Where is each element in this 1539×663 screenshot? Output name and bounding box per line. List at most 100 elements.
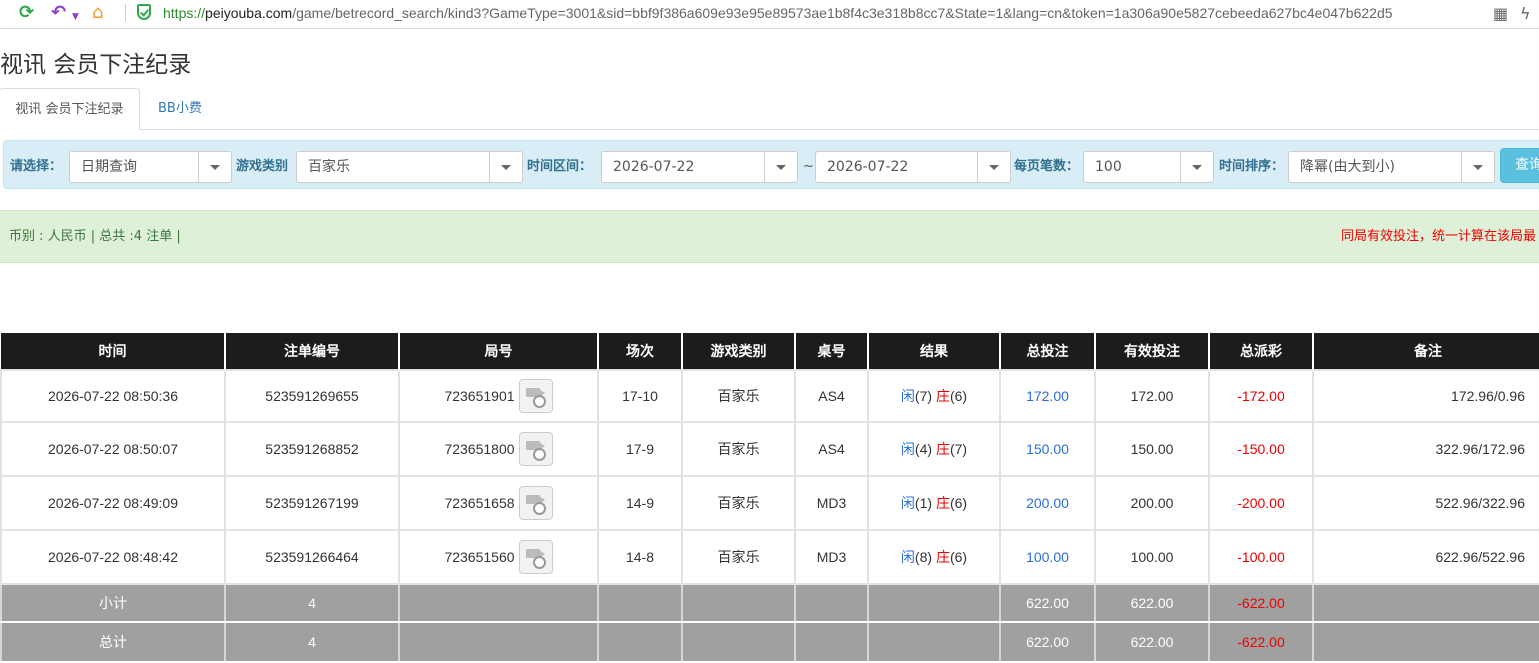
- sort-select[interactable]: 降幂(由大到小): [1288, 151, 1495, 183]
- cell-valid-bet: 100.00: [1094, 529, 1210, 585]
- cell-time: 2026-07-22 08:50:07: [0, 421, 226, 477]
- col-header-game[interactable]: 游戏类别: [682, 333, 796, 370]
- summary-bar: 币别 : 人民币 | 总共 :4 注单 | 同局有效投注，统一计算在该局最: [0, 210, 1539, 263]
- tab-bet-records[interactable]: 视讯 会员下注纪录: [0, 88, 140, 130]
- url-host: peiyouba.com: [205, 5, 293, 21]
- total-label: 总计: [0, 621, 226, 663]
- cell-bet-no: 523591268852: [224, 421, 400, 477]
- chevron-down-icon: [1473, 165, 1483, 170]
- empty-cell: [1312, 583, 1539, 623]
- empty-cell: [794, 621, 869, 663]
- per-page-select[interactable]: 100: [1083, 151, 1214, 183]
- cell-game: 百家乐: [681, 369, 796, 423]
- date-to-value: 2026-07-22: [827, 159, 909, 175]
- result-player: 闲: [900, 441, 915, 457]
- select-divider: [1461, 152, 1462, 182]
- result-player-points: (4): [914, 441, 933, 457]
- select-divider: [198, 152, 199, 182]
- lightning-icon[interactable]: ϟ: [1520, 4, 1531, 23]
- chevron-down-icon: [501, 165, 511, 170]
- select-divider: [977, 152, 978, 182]
- cell-total-bet: 200.00: [999, 475, 1096, 531]
- cell-bet-no: 523591267199: [224, 475, 400, 531]
- browser-toolbar: ⟳ ↶ ▼ ⌂ https://peiyouba.com/game/betrec…: [0, 0, 1539, 29]
- back-icon[interactable]: ↶: [51, 3, 66, 23]
- col-header-round[interactable]: 局号: [399, 333, 599, 370]
- total-valid-bet: 622.00: [1094, 621, 1210, 663]
- total-total-bet: 622.00: [999, 621, 1096, 663]
- select-divider: [764, 152, 765, 182]
- cell-table: MD3: [794, 475, 869, 531]
- video-replay-icon[interactable]: [518, 432, 553, 466]
- result-player: 闲: [900, 388, 915, 404]
- summary-notice: 同局有效投注，统一计算在该局最: [1341, 229, 1537, 244]
- tab-bb-tips[interactable]: BB小费: [158, 88, 202, 129]
- date-from-select[interactable]: 2026-07-22: [601, 151, 798, 183]
- cell-game: 百家乐: [681, 475, 796, 531]
- col-header-time[interactable]: 时间: [1, 333, 226, 370]
- round-number: 723651560: [444, 549, 515, 565]
- tab-bar: 视讯 会员下注纪录 BB小费: [0, 88, 1539, 130]
- cell-remark: 322.96/172.96: [1312, 421, 1539, 477]
- toolbar-divider: [125, 4, 126, 22]
- reload-icon[interactable]: ⟳: [19, 3, 34, 23]
- cell-table: AS4: [794, 421, 869, 477]
- chevron-down-icon: [776, 165, 786, 170]
- per-page-value: 100: [1095, 159, 1122, 175]
- secure-shield-icon: [137, 4, 151, 20]
- date-to-select[interactable]: 2026-07-22: [815, 151, 1011, 183]
- empty-cell: [681, 583, 796, 623]
- col-header-session[interactable]: 场次: [598, 333, 683, 370]
- date-range-separator: ~: [803, 159, 814, 174]
- per-page-label: 每页笔数：: [1014, 159, 1080, 174]
- col-header-payout[interactable]: 总派彩: [1209, 333, 1314, 370]
- result-banker: 庄: [935, 549, 950, 565]
- cell-valid-bet: 172.00: [1094, 369, 1210, 423]
- qr-code-icon[interactable]: ▦: [1493, 4, 1508, 23]
- result-player: 闲: [900, 549, 915, 565]
- total-payout: -622.00: [1208, 621, 1314, 663]
- cell-bet-no: 523591269655: [224, 369, 400, 423]
- cell-table: MD3: [794, 529, 869, 585]
- cell-valid-bet: 200.00: [1094, 475, 1210, 531]
- cell-round: 723651658: [398, 475, 599, 531]
- col-header-valid-bet[interactable]: 有效投注: [1095, 333, 1210, 370]
- video-replay-icon[interactable]: [518, 486, 553, 520]
- back-dropdown-icon[interactable]: ▼: [72, 7, 79, 27]
- cell-payout: -150.00: [1208, 421, 1314, 477]
- cell-session: 14-8: [597, 529, 683, 585]
- sort-value: 降幂(由大到小): [1300, 159, 1395, 175]
- subtotal-label: 小计: [0, 583, 226, 623]
- col-header-remark[interactable]: 备注: [1313, 333, 1539, 370]
- cell-result: 闲(8) 庄(6): [867, 529, 1001, 585]
- query-button[interactable]: 查询: [1500, 148, 1539, 183]
- cell-result: 闲(4) 庄(7): [867, 421, 1001, 477]
- subtotal-total-bet: 622.00: [999, 583, 1096, 623]
- cell-result: 闲(7) 庄(6): [867, 369, 1001, 423]
- round-number: 723651800: [444, 441, 515, 457]
- cell-bet-no: 523591266464: [224, 529, 400, 585]
- col-header-result[interactable]: 结果: [868, 333, 1001, 370]
- filter-bar: 请选择： 日期查询 游戏类别 百家乐 时间区间： 2026-07-22 ~ 20…: [3, 140, 1539, 189]
- video-replay-icon[interactable]: [518, 540, 553, 574]
- sort-label: 时间排序：: [1219, 159, 1285, 174]
- result-banker: 庄: [935, 388, 950, 404]
- col-header-bet-no[interactable]: 注单编号: [225, 333, 400, 370]
- table-header-row: 时间 注单编号 局号 场次 游戏类别 桌号 结果 总投注 有效投注 总派彩 备注: [1, 333, 1539, 370]
- cell-remark: 522.96/322.96: [1312, 475, 1539, 531]
- cell-total-bet: 172.00: [999, 369, 1096, 423]
- video-replay-icon[interactable]: [518, 379, 553, 413]
- query-type-select[interactable]: 日期查询: [69, 151, 232, 183]
- game-type-select[interactable]: 百家乐: [296, 151, 523, 183]
- cell-game: 百家乐: [681, 529, 796, 585]
- address-bar[interactable]: https://peiyouba.com/game/betrecord_sear…: [163, 5, 1393, 21]
- empty-cell: [597, 583, 683, 623]
- home-icon[interactable]: ⌂: [92, 3, 103, 23]
- cell-payout: -200.00: [1208, 475, 1314, 531]
- result-banker: 庄: [935, 441, 950, 457]
- result-banker-points: (6): [949, 549, 968, 565]
- col-header-total-bet[interactable]: 总投注: [1000, 333, 1096, 370]
- col-header-table[interactable]: 桌号: [795, 333, 869, 370]
- table-row: 2026-07-22 08:50:07 523591268852 7236518…: [0, 421, 1539, 477]
- empty-cell: [398, 621, 599, 663]
